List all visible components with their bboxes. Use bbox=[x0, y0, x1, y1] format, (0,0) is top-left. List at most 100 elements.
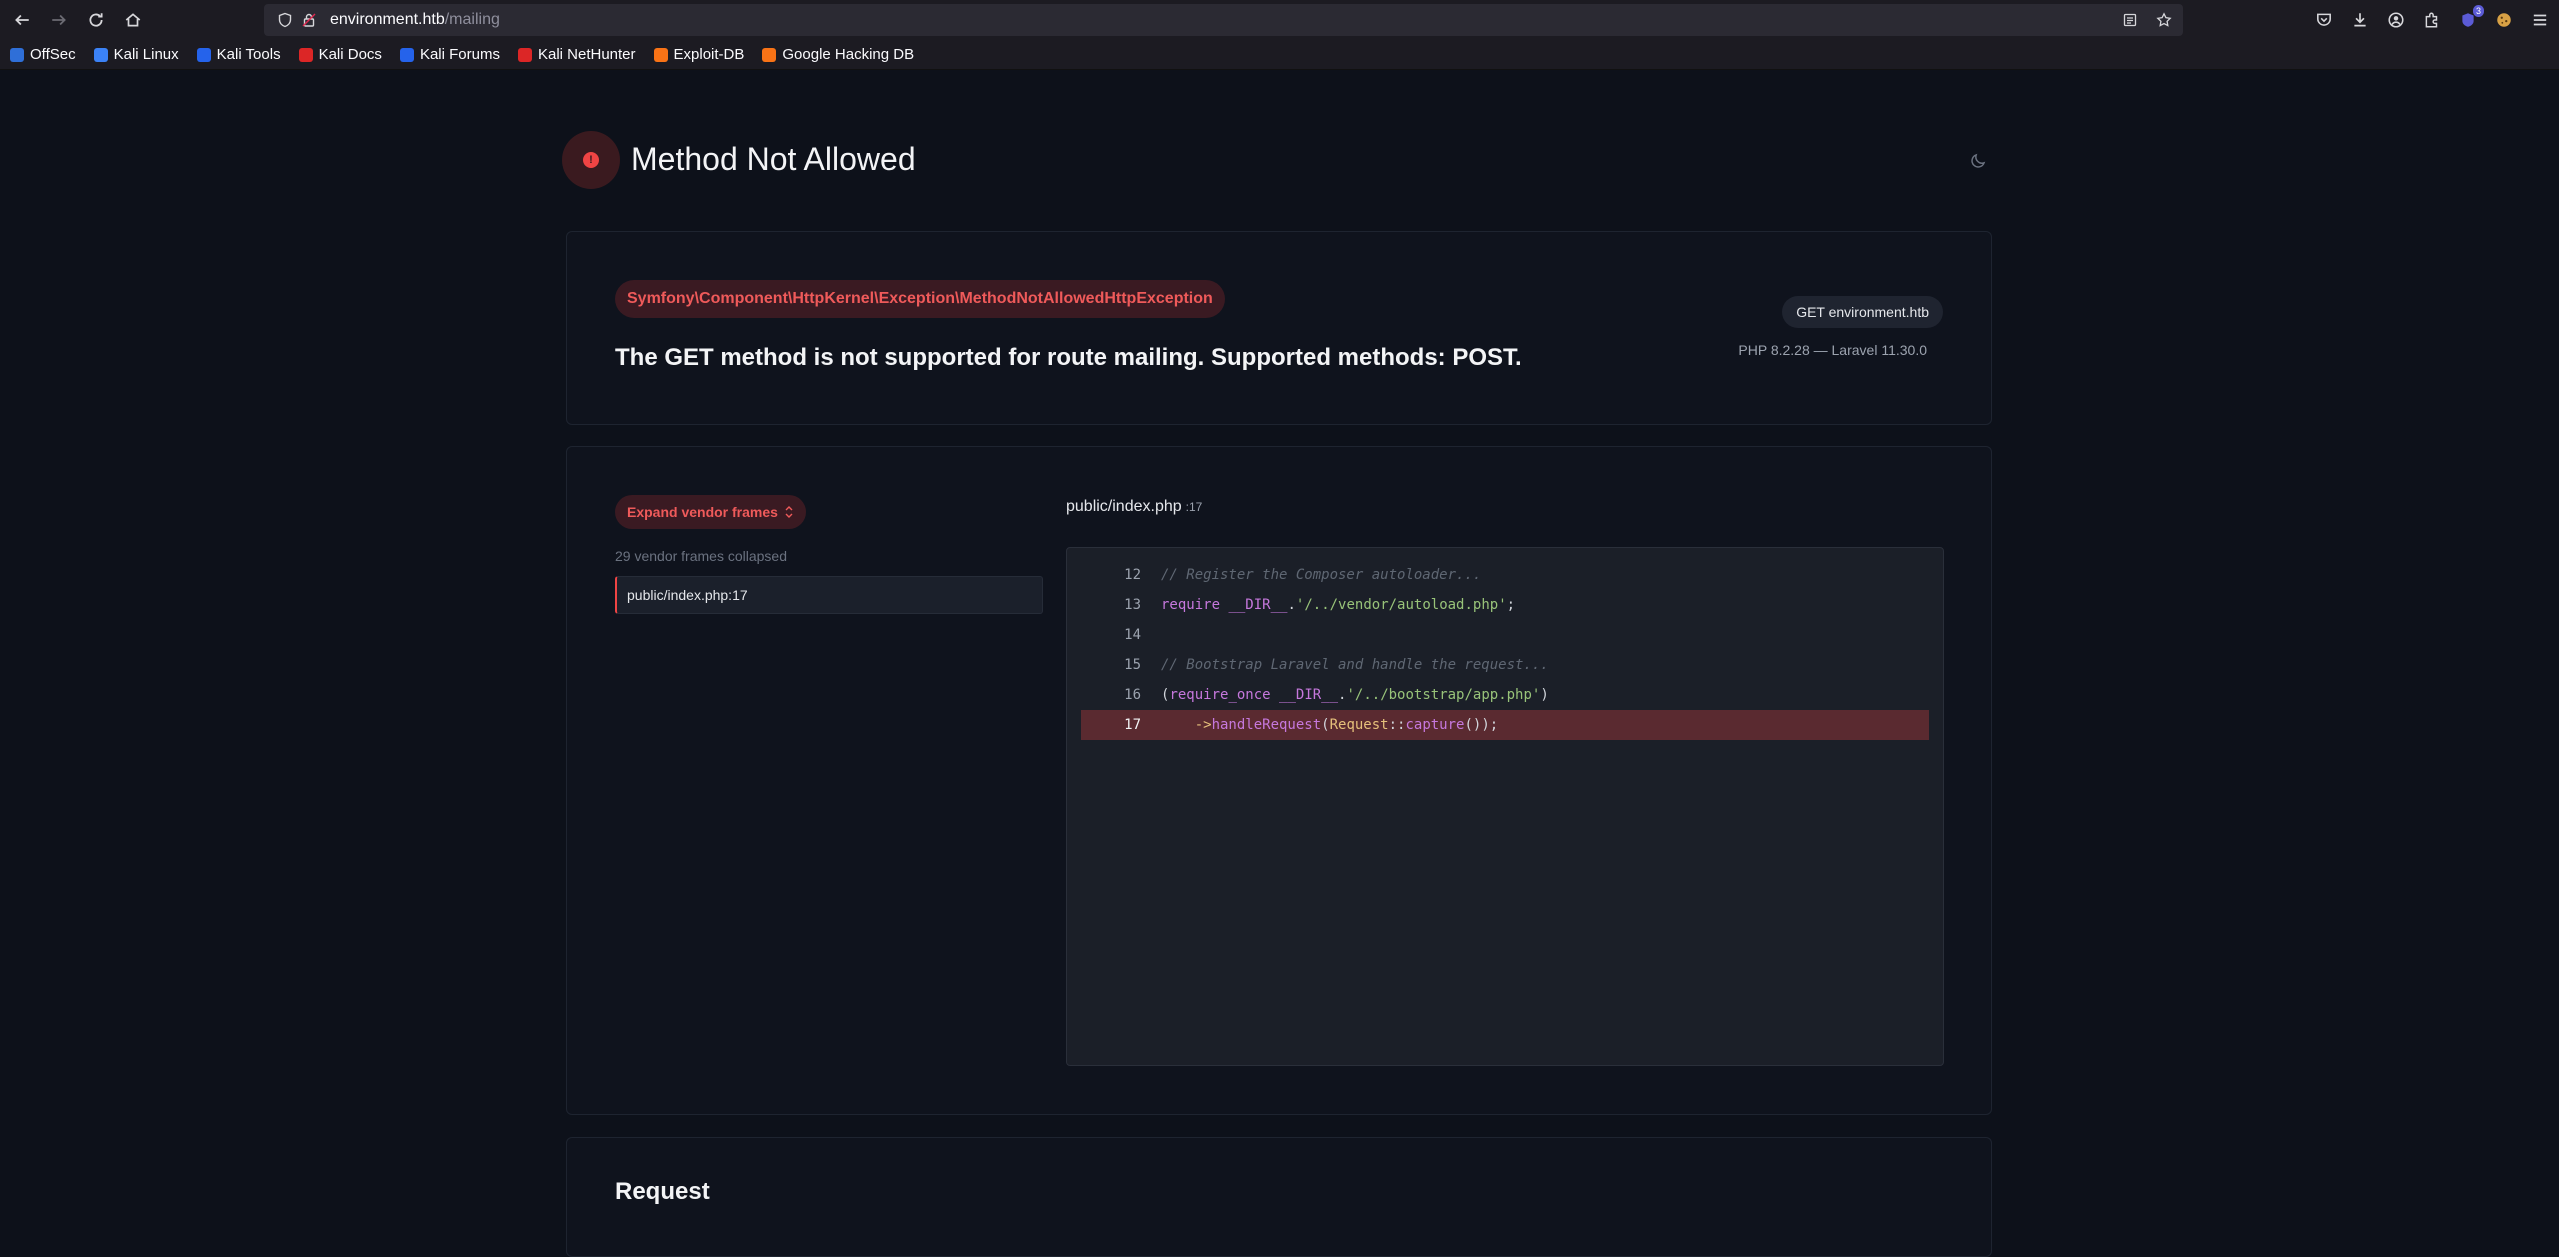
stack-trace-card: Expand vendor frames 29 vendor frames co… bbox=[566, 446, 1992, 1115]
code-string: '/../bootstrap/app.php' bbox=[1346, 687, 1541, 703]
code-punct: . bbox=[1287, 597, 1296, 613]
account-icon[interactable] bbox=[2383, 7, 2409, 33]
error-icon-badge: ! bbox=[562, 131, 620, 189]
code-line: 16 (require_once __DIR__.'/../bootstrap/a… bbox=[1081, 680, 1929, 710]
code-constant: __DIR__ bbox=[1228, 597, 1288, 613]
bookmark-star-icon[interactable] bbox=[2153, 9, 2175, 31]
bookmark-label: Kali Linux bbox=[113, 46, 179, 63]
page-title: Method Not Allowed bbox=[631, 141, 916, 177]
bookmarks-toolbar: OffSec Kali Linux Kali Tools Kali Docs K… bbox=[0, 40, 2559, 70]
bookmark-exploit-db[interactable]: Exploit-DB bbox=[653, 46, 745, 63]
code-line: 12 // Register the Composer autoloader... bbox=[1081, 560, 1929, 590]
exploit-db-icon bbox=[653, 47, 668, 62]
url-bar[interactable]: environment.htb/mailing bbox=[264, 4, 2183, 36]
code-punct: ( bbox=[1321, 717, 1330, 733]
bookmark-kali-tools[interactable]: Kali Tools bbox=[196, 46, 281, 63]
url-path: /mailing bbox=[444, 11, 500, 28]
bookmark-offsec[interactable]: OffSec bbox=[10, 46, 76, 63]
request-method-badge: GET environment.htb bbox=[1782, 296, 1943, 328]
exception-message: The GET method is not supported for rout… bbox=[615, 344, 1522, 371]
bookmark-label: Exploit-DB bbox=[673, 46, 745, 63]
chevron-up-down-icon bbox=[784, 505, 794, 519]
kali-dragon-icon bbox=[93, 47, 108, 62]
offsec-icon bbox=[10, 47, 24, 62]
reload-button[interactable] bbox=[78, 2, 114, 38]
vendor-frames-collapsed-text: 29 vendor frames collapsed bbox=[615, 548, 787, 564]
file-line-number: :17 bbox=[1185, 500, 1203, 514]
extension-badge-icon[interactable]: 3 bbox=[2455, 5, 2484, 33]
code-line: 13 require __DIR__.'/../vendor/autoload.p… bbox=[1081, 590, 1929, 620]
code-punct: ()); bbox=[1464, 717, 1499, 733]
page-content: ! Method Not Allowed Symfony\Component\H… bbox=[0, 71, 2559, 1257]
home-button[interactable] bbox=[115, 2, 151, 38]
nethunter-icon bbox=[517, 47, 532, 62]
lock-icon[interactable] bbox=[300, 11, 318, 29]
bookmark-label: Kali NetHunter bbox=[537, 46, 636, 63]
file-path-text: public/index.php bbox=[1066, 498, 1182, 515]
code-operator: -> bbox=[1194, 717, 1212, 733]
bookmark-label: OffSec bbox=[30, 46, 76, 63]
shield-icon[interactable] bbox=[276, 11, 294, 29]
moon-icon bbox=[1971, 153, 1986, 168]
cookie-icon[interactable] bbox=[2491, 7, 2517, 33]
home-icon bbox=[125, 13, 141, 27]
code-line-highlighted: 17 ->handleRequest(Request::capture()); bbox=[1081, 710, 1929, 740]
expand-vendor-frames-button[interactable]: Expand vendor frames bbox=[615, 495, 806, 529]
line-number: 17 bbox=[1124, 717, 1141, 733]
code-punct: ; bbox=[1506, 597, 1516, 613]
line-number: 16 bbox=[1124, 687, 1141, 703]
ghdb-icon bbox=[762, 47, 777, 62]
code-function: handleRequest bbox=[1211, 717, 1322, 733]
back-button[interactable] bbox=[4, 2, 40, 38]
reader-view-icon[interactable] bbox=[2119, 9, 2141, 31]
bookmark-label: Google Hacking DB bbox=[782, 46, 915, 63]
bookmark-kali-linux[interactable]: Kali Linux bbox=[93, 46, 179, 63]
code-comment: // Register the Composer autoloader... bbox=[1161, 567, 1482, 583]
code-constant: __DIR__ bbox=[1279, 687, 1339, 703]
code-line: 15 // Bootstrap Laravel and handle the re… bbox=[1081, 650, 1929, 680]
forward-button[interactable] bbox=[41, 2, 77, 38]
extension-badge-count: 3 bbox=[2472, 5, 2484, 17]
code-function: capture bbox=[1405, 717, 1465, 733]
url-text[interactable]: environment.htb/mailing bbox=[330, 11, 500, 29]
exception-card: Symfony\Component\HttpKernel\Exception\M… bbox=[566, 231, 1992, 425]
downloads-icon[interactable] bbox=[2347, 7, 2373, 33]
code-punct: :: bbox=[1388, 717, 1406, 733]
kali-tools-icon bbox=[196, 47, 211, 62]
kali-forums-icon bbox=[399, 47, 414, 62]
reload-icon bbox=[89, 13, 103, 27]
exception-class-badge: Symfony\Component\HttpKernel\Exception\M… bbox=[615, 280, 1225, 318]
request-section-title: Request bbox=[615, 1178, 710, 1205]
code-punct: ) bbox=[1540, 687, 1549, 703]
error-header: ! Method Not Allowed bbox=[562, 131, 1992, 191]
bookmark-label: Kali Docs bbox=[318, 46, 382, 63]
line-number: 14 bbox=[1124, 627, 1141, 643]
browser-toolbar: environment.htb/mailing 3 bbox=[0, 0, 2559, 40]
code-string: '/../vendor/autoload.php' bbox=[1295, 597, 1507, 613]
version-info: PHP 8.2.28 — Laravel 11.30.0 bbox=[1738, 342, 1927, 358]
arrow-right-icon bbox=[52, 14, 66, 26]
extensions-icon[interactable] bbox=[2419, 7, 2445, 33]
bookmark-label: Kali Tools bbox=[216, 46, 281, 63]
bookmark-label: Kali Forums bbox=[419, 46, 500, 63]
request-card: Request bbox=[566, 1137, 1992, 1257]
code-comment: // Bootstrap Laravel and handle the requ… bbox=[1161, 657, 1549, 673]
stack-frame-item[interactable]: public/index.php:17 bbox=[615, 576, 1043, 614]
theme-toggle-button[interactable] bbox=[1966, 147, 1992, 173]
exclamation-icon: ! bbox=[583, 152, 599, 168]
line-number: 12 bbox=[1124, 567, 1141, 583]
bookmark-kali-nethunter[interactable]: Kali NetHunter bbox=[517, 46, 636, 63]
line-number: 15 bbox=[1124, 657, 1141, 673]
arrow-left-icon bbox=[15, 14, 29, 26]
bookmark-kali-docs[interactable]: Kali Docs bbox=[298, 46, 382, 63]
menu-hamburger-icon[interactable] bbox=[2527, 7, 2553, 33]
expand-vendor-frames-label: Expand vendor frames bbox=[627, 504, 778, 520]
bookmark-kali-forums[interactable]: Kali Forums bbox=[399, 46, 500, 63]
pocket-icon[interactable] bbox=[2311, 7, 2337, 33]
code-line: 14 bbox=[1081, 620, 1929, 650]
code-snippet: 12 // Register the Composer autoloader...… bbox=[1066, 547, 1944, 1066]
bookmark-ghdb[interactable]: Google Hacking DB bbox=[762, 46, 914, 63]
code-keyword: require_once bbox=[1169, 687, 1271, 703]
code-class: Request bbox=[1329, 717, 1389, 733]
